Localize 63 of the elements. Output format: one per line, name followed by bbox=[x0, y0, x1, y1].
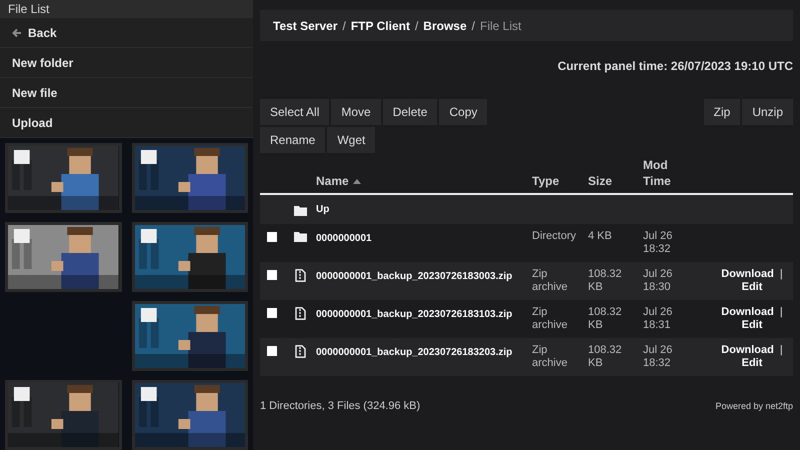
table-cell-text: Jul 26 18:31 bbox=[643, 306, 674, 332]
column-header[interactable]: Mod Time bbox=[643, 157, 683, 189]
toolbar-button[interactable]: Unzip bbox=[742, 99, 793, 125]
toolbar-button[interactable]: Move bbox=[331, 99, 381, 125]
toolbar-button[interactable]: Copy bbox=[439, 99, 488, 125]
checkbox[interactable] bbox=[267, 232, 277, 242]
table-cell-text: 4 KB bbox=[588, 230, 613, 244]
breadcrumb-separator: / bbox=[472, 18, 475, 34]
breadcrumb-link[interactable]: FTP Client bbox=[350, 16, 410, 34]
toolbar-button[interactable]: Wget bbox=[327, 127, 376, 153]
breadcrumb-separator: / bbox=[342, 18, 346, 34]
summary-text: 1 Directories, 3 Files (324.96 kB) bbox=[260, 399, 420, 414]
sidebar-menu-item[interactable]: New folder bbox=[0, 48, 253, 78]
checkbox[interactable] bbox=[267, 270, 277, 280]
table-cell-text: Directory bbox=[532, 230, 578, 243]
toolbar-button[interactable]: Zip bbox=[704, 99, 740, 125]
back-arrow-icon bbox=[12, 28, 22, 38]
action-link[interactable]: Edit bbox=[742, 319, 762, 332]
action-separator: | bbox=[780, 268, 783, 281]
toolbar-button[interactable]: Rename bbox=[260, 127, 326, 153]
action-separator: | bbox=[780, 306, 783, 319]
table-cell-text: Jul 26 18:30 bbox=[643, 268, 674, 294]
table-cell-text: Jul 26 18:32 bbox=[643, 344, 674, 370]
table-cell-text: Zip archive bbox=[532, 268, 568, 294]
action-link[interactable]: Edit bbox=[742, 281, 762, 294]
file-name-link[interactable]: 0000000001_backup_20230726183003.zip bbox=[316, 271, 512, 282]
action-link[interactable]: Download bbox=[721, 344, 774, 357]
breadcrumb-link[interactable]: File List bbox=[480, 16, 522, 34]
table-cell-text: 108.32 KB bbox=[588, 268, 623, 294]
toolbar-button[interactable]: Select All bbox=[260, 99, 330, 125]
sidebar-menu-item[interactable]: New file bbox=[0, 78, 253, 108]
breadcrumb-link[interactable]: Browse bbox=[423, 16, 467, 34]
sort-ascending-icon bbox=[352, 178, 361, 184]
file-name-link[interactable]: 0000000001_backup_20230726183103.zip bbox=[316, 309, 512, 320]
breadcrumb-link[interactable]: Test Server bbox=[273, 16, 338, 34]
zip-file-icon bbox=[294, 345, 306, 358]
file-name-link[interactable]: 0000000001 bbox=[316, 233, 372, 244]
checkbox[interactable] bbox=[267, 308, 277, 318]
table-cell-text: 108.32 KB bbox=[588, 344, 623, 370]
sidebar-title: File List bbox=[0, 0, 253, 18]
toolbar-button[interactable]: Delete bbox=[382, 99, 438, 125]
table-cell-text: 108.32 KB bbox=[588, 306, 623, 332]
action-link[interactable]: Download bbox=[721, 268, 774, 281]
table-cell-text: Zip archive bbox=[532, 344, 568, 370]
back-button[interactable]: Back bbox=[0, 18, 253, 48]
up-link[interactable]: Up bbox=[316, 204, 330, 216]
breadcrumb-separator: / bbox=[414, 18, 418, 34]
action-link[interactable]: Edit bbox=[742, 357, 762, 370]
file-name-link[interactable]: 0000000001_backup_20230726183203.zip bbox=[316, 347, 512, 358]
column-header[interactable]: Name bbox=[316, 173, 361, 189]
zip-file-icon bbox=[294, 307, 306, 320]
column-header[interactable]: Size bbox=[588, 173, 612, 189]
action-link[interactable]: Download bbox=[721, 306, 774, 319]
folder-icon bbox=[294, 231, 306, 242]
powered-by-text: Powered by net2ftp bbox=[715, 400, 793, 413]
column-header[interactable]: Type bbox=[532, 173, 560, 189]
panel-time: Current panel time: 26/07/2023 19:10 UTC bbox=[558, 58, 793, 73]
folder-icon bbox=[294, 204, 306, 216]
action-separator: | bbox=[780, 344, 783, 357]
checkbox[interactable] bbox=[267, 346, 277, 356]
table-cell-text: Zip archive bbox=[532, 306, 568, 332]
zip-file-icon bbox=[294, 269, 306, 282]
table-cell-text: Jul 26 18:32 bbox=[643, 230, 674, 256]
